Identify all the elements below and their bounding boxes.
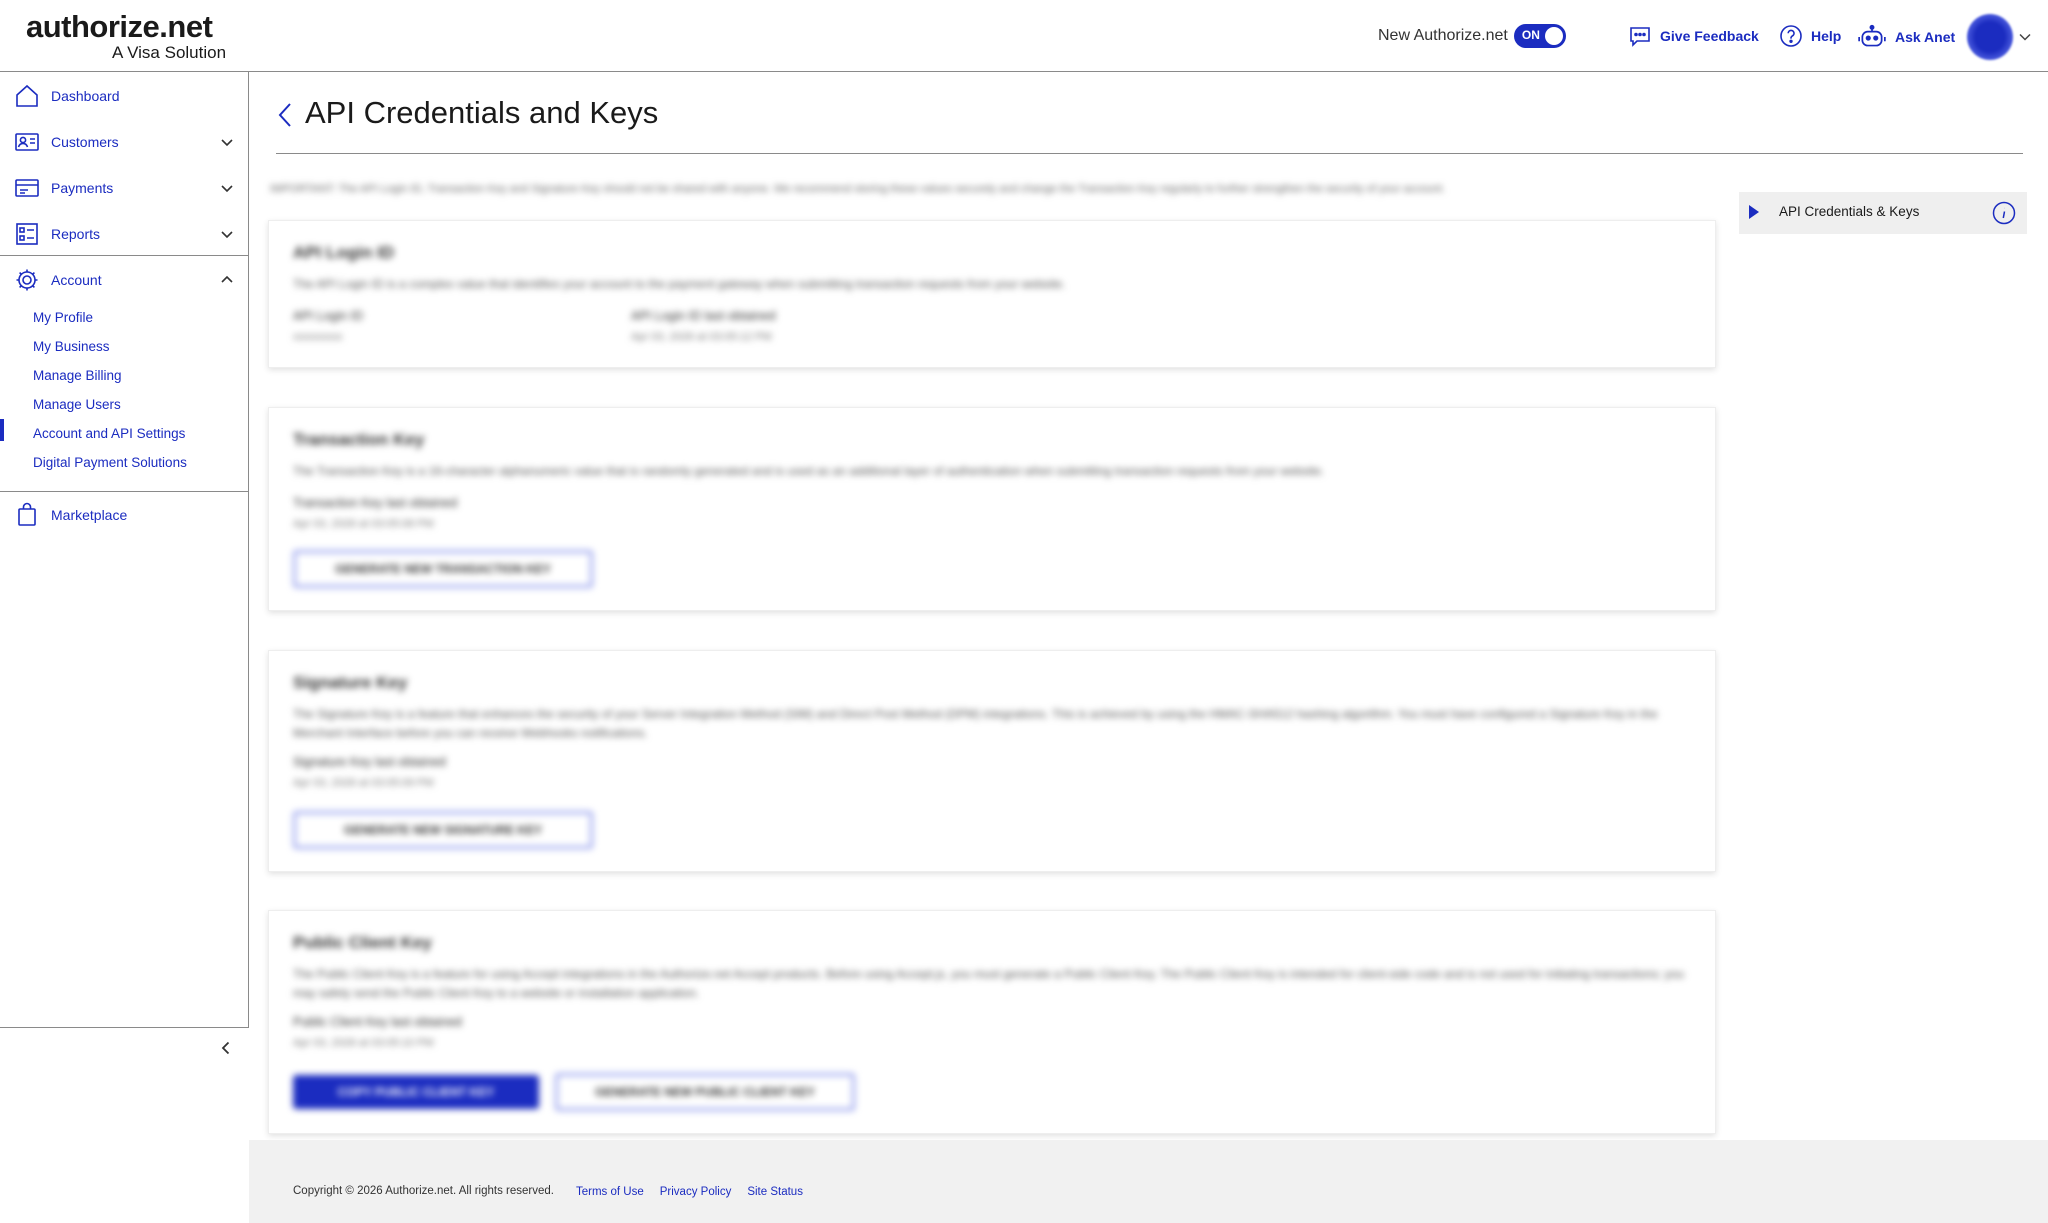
sidebar-item-payments[interactable]: Payments: [0, 166, 249, 210]
page-anchor-nav-item[interactable]: API Credentials & Keys: [1739, 192, 2027, 234]
api-login-id-label: API Login ID: [293, 309, 364, 323]
sidebar-subitem-manage-users[interactable]: Manage Users: [33, 397, 121, 412]
api-login-id-card: API Login ID The API Login ID is a compl…: [268, 220, 1716, 368]
page-title: API Credentials and Keys: [305, 95, 659, 130]
transaction-key-card: Transaction Key The Transaction Key is a…: [268, 407, 1716, 611]
sidebar-subitem-my-business[interactable]: My Business: [33, 339, 110, 354]
transaction-key-obtained-label: Transaction Key last obtained: [293, 496, 458, 510]
sidebar-item-reports[interactable]: Reports: [0, 212, 249, 256]
ask-anet-link[interactable]: Ask Anet: [1857, 24, 1955, 50]
gear-icon: [16, 269, 38, 291]
authorize-net-logo[interactable]: authorize.net A Visa Solution: [26, 9, 226, 63]
copy-public-client-key-button[interactable]: COPY PUBLIC CLIENT KEY: [293, 1075, 539, 1109]
sidebar-subitem-account-api-settings[interactable]: Account and API Settings: [33, 426, 185, 441]
sidebar-subitem-my-profile[interactable]: My Profile: [33, 310, 93, 325]
sidebar-item-label: Reports: [51, 226, 101, 242]
api-login-id-value: xxxxxxxxx: [293, 331, 343, 343]
card-icon: [15, 179, 39, 197]
page-anchor-label: API Credentials & Keys: [1779, 204, 1920, 219]
new-experience-label: New Authorize.net: [1378, 27, 1508, 44]
title-divider: [276, 153, 2023, 154]
help-label: Help: [1811, 28, 1842, 44]
generate-signature-key-button[interactable]: GENERATE NEW SIGNATURE KEY: [293, 811, 593, 849]
feedback-icon: [1630, 27, 1650, 47]
card-title: Transaction Key: [293, 430, 425, 449]
card-title: API Login ID: [293, 243, 395, 262]
chevron-down-icon: [221, 139, 233, 147]
caret-right-icon: [1749, 205, 1759, 219]
help-link[interactable]: Help: [1779, 24, 1841, 48]
new-experience-toggle-group: New Authorize.net ON: [1378, 24, 1566, 48]
generate-transaction-key-button[interactable]: GENERATE NEW TRANSACTION KEY: [293, 550, 593, 588]
signature-key-obtained-value: Apr 03, 2026 at 03:05:09 PM: [293, 777, 434, 789]
sidebar-item-label: Marketplace: [51, 507, 128, 523]
bag-icon: [18, 502, 36, 526]
card-title: Signature Key: [293, 673, 408, 692]
robot-icon: [1858, 24, 1886, 47]
public-client-key-card: Public Client Key The Public Client Key …: [268, 910, 1716, 1134]
chevron-down-icon[interactable]: [2018, 30, 2032, 44]
active-indicator: [0, 419, 4, 441]
give-feedback-label: Give Feedback: [1660, 28, 1759, 44]
sidebar-item-marketplace[interactable]: Marketplace: [0, 493, 249, 537]
toggle-knob: [1544, 27, 1563, 45]
api-login-id-obtained-value: Apr 03, 2026 at 03:05:12 PM: [631, 331, 772, 343]
home-icon: [16, 84, 38, 107]
card-description: The API Login ID is a complex value that…: [293, 277, 1066, 291]
chevron-down-icon: [221, 185, 233, 193]
user-avatar[interactable]: [1967, 14, 2013, 60]
terms-of-use-link[interactable]: Terms of Use: [576, 1186, 644, 1198]
generate-public-client-key-button[interactable]: GENERATE NEW PUBLIC CLIENT KEY: [555, 1073, 855, 1111]
sidebar-divider: [0, 491, 249, 492]
signature-key-card: Signature Key The Signature Key is a fea…: [268, 650, 1716, 872]
privacy-policy-link[interactable]: Privacy Policy: [660, 1186, 732, 1198]
sidebar: Dashboard Customers Payments Reports Acc…: [0, 72, 249, 1028]
card-description: The Public Client Key is a feature for u…: [293, 967, 1684, 1000]
page-footer: Copyright © 2026 Authorize.net. All righ…: [249, 1140, 2048, 1223]
info-icon[interactable]: [1992, 201, 2016, 225]
footer-links: Terms of Use Privacy Policy Site Status: [576, 1186, 803, 1198]
sidebar-divider: [0, 1027, 249, 1028]
chevron-up-icon: [221, 275, 233, 283]
help-icon: [1780, 25, 1802, 47]
public-client-key-obtained-label: Public Client Key last obtained: [293, 1015, 462, 1029]
security-notice: IMPORTANT: The API Login ID, Transaction…: [270, 183, 1445, 195]
logo-wordmark: authorize.net: [26, 9, 213, 44]
give-feedback-link[interactable]: Give Feedback: [1628, 24, 1759, 48]
card-description: The Transaction Key is a 16-character al…: [293, 464, 1325, 478]
copyright-text: Copyright © 2026 Authorize.net. All righ…: [293, 1185, 554, 1197]
transaction-key-obtained-value: Apr 03, 2026 at 03:05:08 PM: [293, 518, 434, 530]
sidebar-item-label: Customers: [51, 134, 119, 150]
toggle-state-text: ON: [1521, 28, 1540, 42]
sidebar-item-dashboard[interactable]: Dashboard: [0, 74, 249, 118]
card-title: Public Client Key: [293, 933, 432, 952]
sidebar-item-account[interactable]: Account: [0, 258, 249, 302]
site-status-link[interactable]: Site Status: [747, 1186, 803, 1198]
logo-tagline: A Visa Solution: [112, 43, 227, 62]
ask-anet-label: Ask Anet: [1895, 29, 1956, 45]
collapse-sidebar-icon[interactable]: [218, 1040, 234, 1056]
sidebar-item-label: Dashboard: [51, 88, 120, 104]
top-header: authorize.net A Visa Solution New Author…: [0, 0, 2048, 72]
sidebar-item-label: Account: [51, 272, 102, 288]
public-client-key-obtained-value: Apr 03, 2026 at 03:05:10 PM: [293, 1037, 434, 1049]
sidebar-item-customers[interactable]: Customers: [0, 120, 249, 164]
signature-key-obtained-label: Signature Key last obtained: [293, 755, 446, 769]
customers-icon: [15, 133, 39, 151]
sidebar-item-label: Payments: [51, 180, 114, 196]
new-experience-toggle[interactable]: ON: [1513, 24, 1566, 48]
back-chevron-icon[interactable]: [276, 100, 296, 130]
card-description: The Signature Key is a feature that enha…: [293, 707, 1658, 740]
sidebar-subitem-digital-payment-solutions[interactable]: Digital Payment Solutions: [33, 455, 187, 470]
api-login-id-obtained-label: API Login ID last obtained: [631, 309, 776, 323]
chevron-down-icon: [221, 231, 233, 239]
sidebar-divider: [0, 255, 249, 256]
sidebar-subitem-manage-billing[interactable]: Manage Billing: [33, 368, 122, 383]
reports-icon: [16, 223, 38, 245]
